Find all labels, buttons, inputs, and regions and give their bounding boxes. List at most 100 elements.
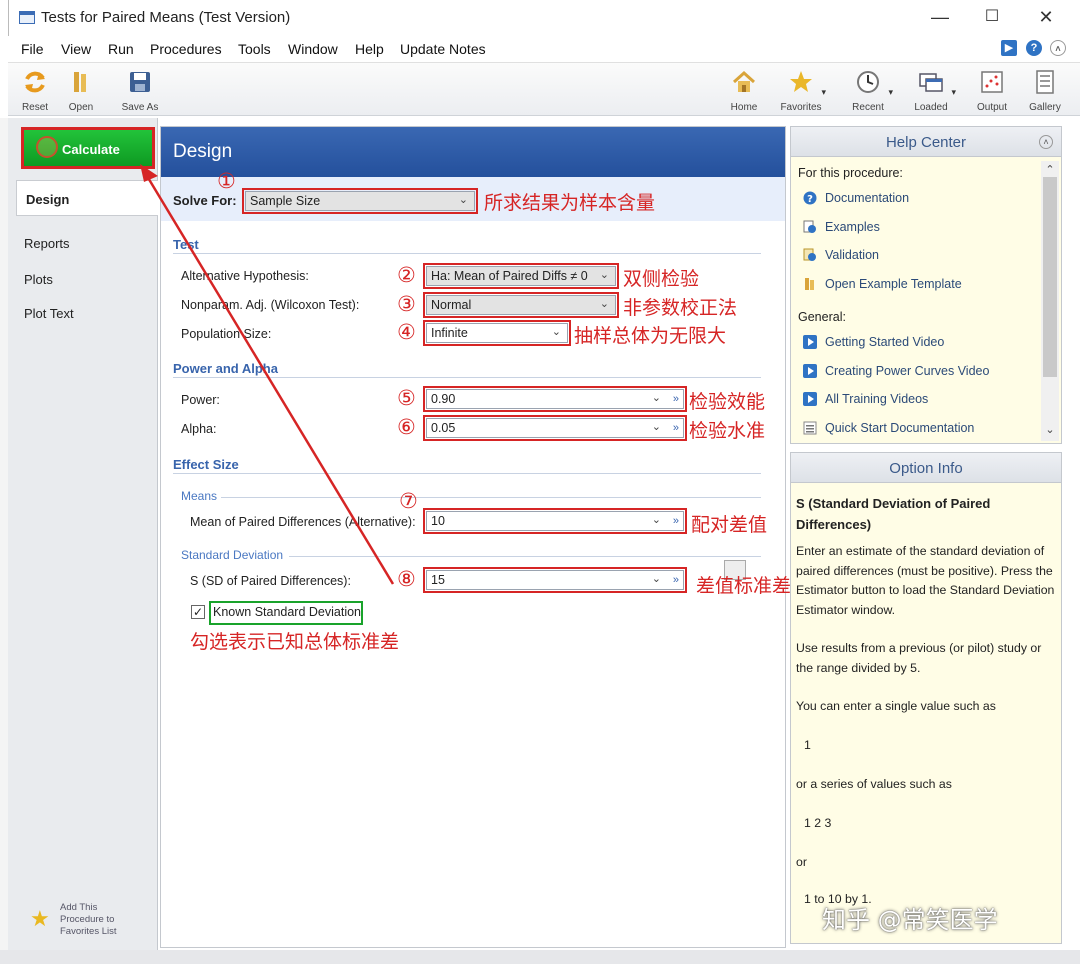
- save-as-label: Save As: [121, 102, 159, 113]
- menu-bar: File View Run Procedures Tools Window He…: [8, 36, 1080, 62]
- annotation-number-4: ④: [397, 320, 416, 344]
- windows-icon: [919, 73, 943, 92]
- gallery-label: Gallery: [1029, 102, 1061, 113]
- option-info-title: Option Info: [889, 460, 963, 477]
- highlight-nonparam: [423, 292, 619, 318]
- scrollbar-thumb[interactable]: [1043, 177, 1057, 377]
- option-info-panel: Option Info S (Standard Deviation of Pai…: [790, 452, 1062, 944]
- calculate-button[interactable]: Calculate: [21, 127, 155, 169]
- design-title: Design: [173, 141, 233, 162]
- menu-window[interactable]: Window: [288, 41, 338, 57]
- option-info-header: Option Info: [791, 453, 1061, 483]
- annotation-text-5: 检验效能: [689, 391, 766, 413]
- help-link-label: Validation: [825, 248, 879, 262]
- menu-file[interactable]: File: [21, 41, 44, 57]
- design-header: Design: [161, 127, 785, 177]
- recent-button[interactable]: ▾ Recent: [841, 65, 895, 115]
- annotation-number-7: ⑦: [399, 489, 418, 513]
- help-center-panel: Help Center ˄ For this procedure: ? Docu…: [790, 126, 1062, 444]
- menu-help[interactable]: Help: [355, 41, 384, 57]
- sd-paired-differences-label: S (SD of Paired Differences):: [190, 574, 351, 588]
- option-info-example: 1: [804, 738, 811, 752]
- highlight-known-sd: [209, 601, 363, 625]
- section-power-alpha: Power and Alpha: [173, 361, 278, 376]
- highlight-mean-differences: [423, 508, 687, 534]
- annotation-number-8: ⑧: [397, 567, 416, 591]
- annotation-number-3: ③: [397, 292, 416, 316]
- left-navigation: Calculate Design Reports Plots Plot Text…: [8, 118, 158, 954]
- reset-icon: [25, 71, 45, 93]
- nav-reports-tab[interactable]: Reports: [24, 236, 70, 251]
- home-button[interactable]: Home: [717, 65, 771, 115]
- help-for-procedure-label: For this procedure:: [798, 166, 903, 180]
- maximize-button[interactable]: ☐: [979, 6, 1005, 30]
- calculate-label: Calculate: [62, 142, 120, 157]
- open-button[interactable]: Open: [54, 65, 108, 115]
- recent-label: Recent: [852, 102, 884, 113]
- loaded-dropdown-icon[interactable]: ▾: [951, 87, 956, 98]
- scroll-down-icon[interactable]: ⌄: [1041, 423, 1059, 436]
- option-info-example: 1 2 3: [804, 816, 832, 830]
- collapse-icon[interactable]: ˄: [1039, 135, 1053, 149]
- help-icon[interactable]: ?: [1026, 40, 1042, 56]
- section-divider: [173, 253, 761, 254]
- open-folder-icon: [74, 72, 86, 92]
- menu-run[interactable]: Run: [108, 41, 134, 57]
- open-label: Open: [68, 102, 94, 113]
- annotation-number-2: ②: [397, 263, 416, 287]
- minimize-button[interactable]: —: [927, 6, 953, 30]
- favorites-button[interactable]: ▾ Favorites: [774, 65, 828, 115]
- background-window-edge: [0, 118, 8, 950]
- help-scrollbar[interactable]: ⌃ ⌄: [1041, 161, 1059, 441]
- menu-update-notes[interactable]: Update Notes: [400, 41, 486, 57]
- help-link-label: Documentation: [825, 191, 910, 205]
- loaded-button[interactable]: ▾ Loaded: [904, 65, 958, 115]
- star-plus-icon: ★: [30, 906, 50, 931]
- known-sd-checkbox[interactable]: ✓: [191, 605, 205, 619]
- annotation-number-6: ⑥: [397, 415, 416, 439]
- option-info-paragraph: You can enter a single value such as: [796, 699, 996, 713]
- highlight-sd: [423, 567, 687, 593]
- nav-plot-text-tab[interactable]: Plot Text: [24, 306, 74, 321]
- alpha-label: Alpha:: [181, 422, 217, 436]
- scroll-up-icon[interactable]: ⌃: [1041, 163, 1059, 176]
- app-icon: [19, 11, 35, 24]
- output-button[interactable]: Output: [965, 65, 1019, 115]
- gallery-button[interactable]: Gallery: [1018, 65, 1072, 115]
- highlight-alpha: [423, 415, 687, 441]
- add-to-favorites-link[interactable]: ★ Add This Procedure to Favorites List: [30, 898, 150, 938]
- subsection-divider: [221, 497, 761, 498]
- bottom-strip: [0, 950, 1080, 964]
- menu-procedures[interactable]: Procedures: [150, 41, 222, 57]
- clock-icon: [857, 71, 879, 93]
- design-panel: Design Solve For: Sample Size ⌄ Test Alt…: [160, 126, 791, 948]
- video-icon: [803, 335, 817, 349]
- annotation-text-8: 差值标准差: [696, 575, 792, 597]
- annotation-number-1: ①: [217, 169, 236, 193]
- play-video-icon[interactable]: ▶: [1001, 40, 1017, 56]
- option-info-paragraph: Use results from a previous (or pilot) s…: [796, 641, 1042, 675]
- nonparam-adjustment-label: Nonparam. Adj. (Wilcoxon Test):: [181, 298, 360, 312]
- menu-view[interactable]: View: [61, 41, 91, 57]
- nav-design-tab[interactable]: Design: [16, 180, 158, 216]
- help-link-label: Creating Power Curves Video: [825, 364, 990, 378]
- help-link-label: Getting Started Video: [825, 335, 945, 349]
- window-title: Tests for Paired Means (Test Version): [41, 9, 291, 26]
- population-size-label: Population Size:: [181, 327, 272, 341]
- video-icon: [803, 392, 817, 406]
- annotation-text-4: 抽样总体为无限大: [574, 325, 727, 347]
- save-as-button[interactable]: Save As: [113, 65, 167, 115]
- help-center-title: Help Center: [885, 134, 967, 151]
- validation-icon: [803, 248, 816, 261]
- nav-plots-tab[interactable]: Plots: [24, 272, 53, 287]
- menu-tools[interactable]: Tools: [238, 41, 271, 57]
- star-icon: [790, 71, 812, 92]
- recent-dropdown-icon[interactable]: ▾: [888, 87, 893, 98]
- close-button[interactable]: ✕: [1033, 6, 1059, 30]
- subsection-means: Means: [181, 489, 218, 503]
- mean-paired-differences-label: Mean of Paired Differences (Alternative)…: [190, 515, 416, 529]
- option-info-paragraph: Enter an estimate of the standard deviat…: [796, 544, 1055, 617]
- collapse-ribbon-icon[interactable]: ˄: [1050, 40, 1066, 56]
- favorites-dropdown-icon[interactable]: ▾: [821, 87, 826, 98]
- annotation-text-2: 双侧检验: [623, 268, 700, 290]
